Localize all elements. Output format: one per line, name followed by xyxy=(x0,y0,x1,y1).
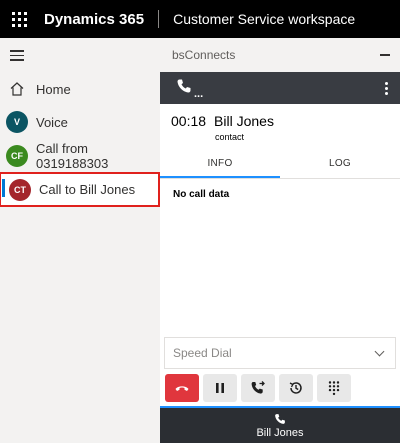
speed-dial-select[interactable]: Speed Dial xyxy=(164,337,396,369)
sidebar-item-label: Call to Bill Jones xyxy=(39,182,136,197)
minimize-icon[interactable] xyxy=(380,54,390,56)
workspace-name[interactable]: Customer Service workspace xyxy=(173,11,355,27)
sidebar-item-call-from[interactable]: CF Call from 0319188303 xyxy=(0,141,160,171)
app-launcher-button[interactable] xyxy=(0,0,38,38)
no-data-text: No call data xyxy=(173,189,230,200)
sidebar-item-label: Call from 0319188303 xyxy=(36,141,109,171)
sidebar: Home V Voice CF Call from 0319188303 CT … xyxy=(0,38,160,443)
transfer-button[interactable] xyxy=(241,374,275,402)
sidebar-item-label: Home xyxy=(36,81,71,97)
header-divider xyxy=(158,10,160,28)
home-icon xyxy=(6,78,28,100)
phone-icon xyxy=(275,413,285,424)
tab-log[interactable]: LOG xyxy=(280,148,400,178)
hang-up-icon xyxy=(175,386,189,391)
info-tabs: INFO LOG xyxy=(160,148,400,178)
history-icon xyxy=(289,382,302,394)
call-actions xyxy=(165,374,355,402)
app-name[interactable]: Dynamics 365 xyxy=(44,11,144,28)
avatar: V xyxy=(6,111,28,133)
hamburger-menu-icon[interactable] xyxy=(10,50,24,61)
active-call-name: Bill Jones xyxy=(256,426,304,439)
kebab-menu-icon[interactable] xyxy=(385,81,388,96)
sidebar-item-home[interactable]: Home xyxy=(0,74,160,104)
speed-dial-placeholder: Speed Dial xyxy=(173,346,232,360)
active-call-tab[interactable]: Bill Jones xyxy=(160,406,400,443)
phone-toolbar: ... xyxy=(160,72,400,104)
tab-info[interactable]: INFO xyxy=(160,148,280,178)
pause-icon xyxy=(216,383,224,393)
sidebar-item-label: Voice xyxy=(36,114,68,130)
chevron-down-icon xyxy=(374,346,385,356)
history-button[interactable] xyxy=(279,374,313,402)
sidebar-item-voice[interactable]: V Voice xyxy=(0,107,160,137)
phone-tab[interactable]: ... xyxy=(176,78,203,99)
selected-indicator xyxy=(2,179,5,197)
phone-icon xyxy=(176,78,192,99)
caller-name: Bill Jones xyxy=(214,113,274,129)
avatar: CT xyxy=(9,178,31,201)
dialpad-icon xyxy=(328,381,340,396)
transfer-call-icon xyxy=(251,381,265,394)
call-timer: 00:18 xyxy=(171,113,207,129)
dialpad-button[interactable] xyxy=(317,374,351,402)
sidebar-item-call-to[interactable]: CT Call to Bill Jones xyxy=(0,172,160,207)
caller-type: contact xyxy=(215,132,245,142)
hold-button[interactable] xyxy=(203,374,237,402)
panel-title: bsConnects xyxy=(172,48,236,62)
more-dots-icon: ... xyxy=(194,87,204,100)
hang-up-button[interactable] xyxy=(165,374,199,402)
top-bar: Dynamics 365 Customer Service workspace xyxy=(0,0,400,38)
waffle-icon xyxy=(11,11,27,27)
softphone-panel: bsConnects ... 00:18 Bill Jones contact … xyxy=(160,38,400,443)
panel-header: bsConnects xyxy=(160,38,400,72)
call-info: 00:18 Bill Jones contact xyxy=(160,104,400,148)
avatar: CF xyxy=(6,145,28,167)
